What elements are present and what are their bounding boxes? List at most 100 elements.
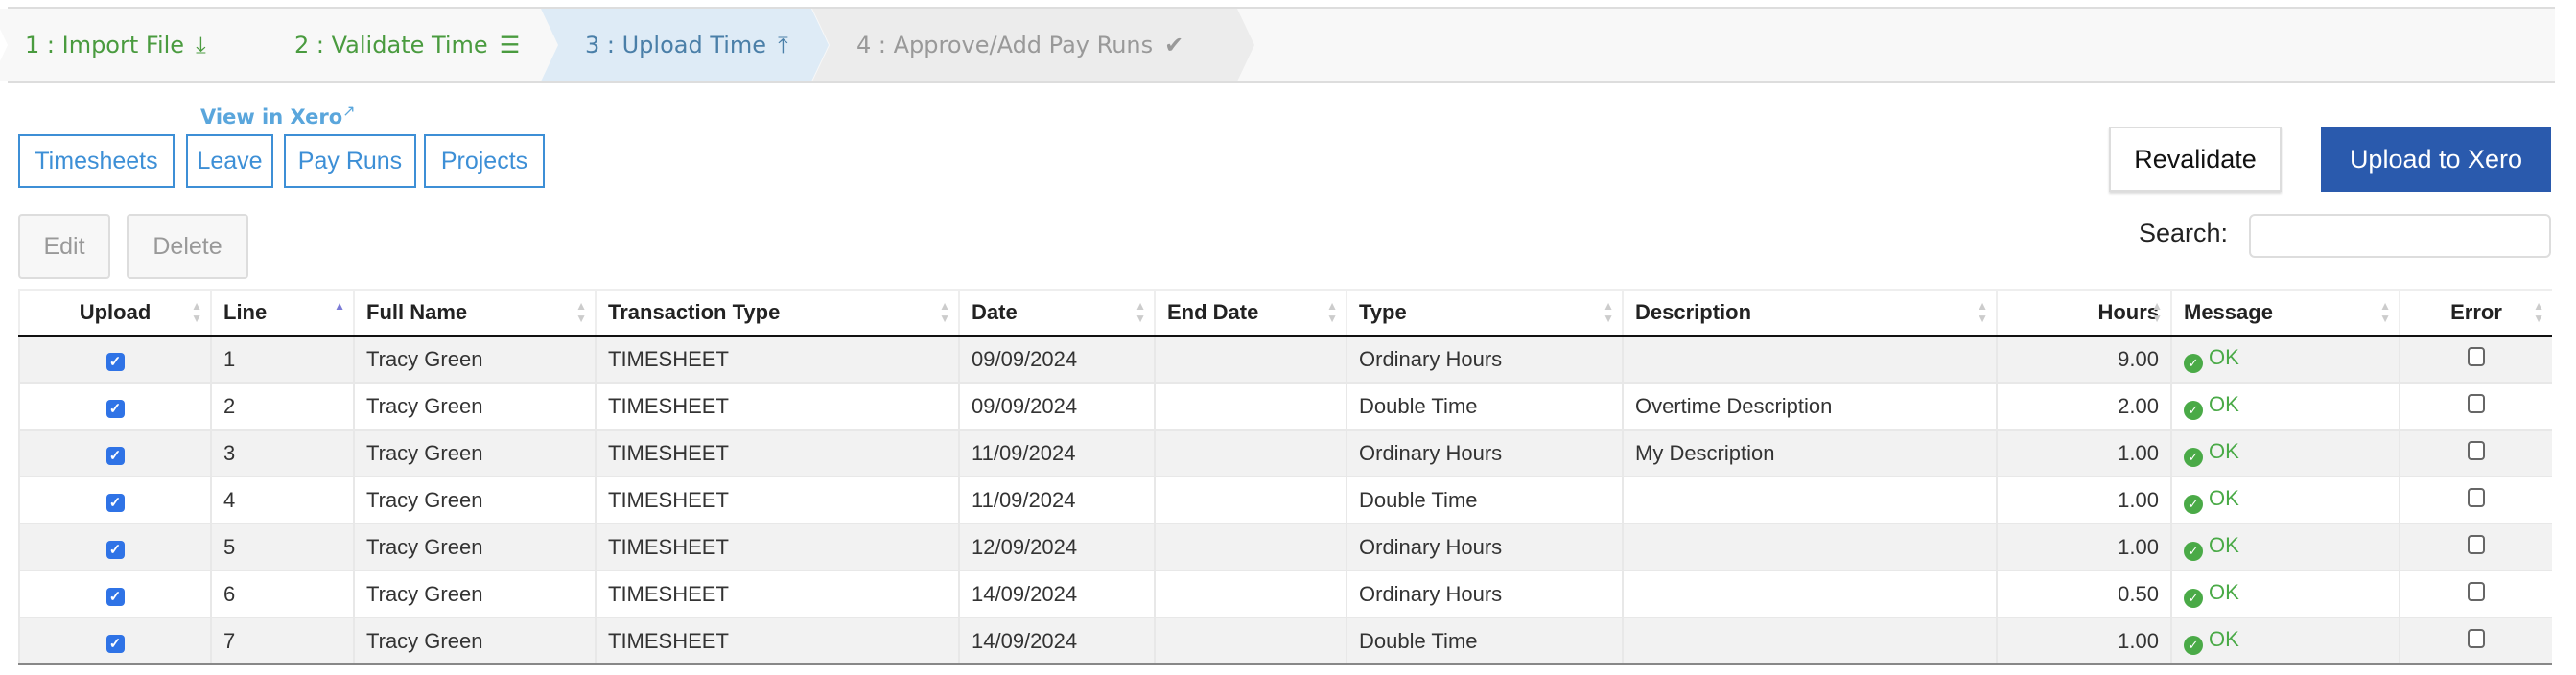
desc-cell	[1622, 336, 1997, 384]
step-upload-time[interactable]: 3 : Upload Time ⤒	[541, 9, 829, 81]
upload-icon: ⤒	[778, 32, 788, 58]
message-text: OK	[2209, 345, 2239, 370]
type-cell: Double Time	[1346, 617, 1623, 665]
table-row[interactable]: ✓ 2 Tracy Green TIMESHEET 09/09/2024 Double T…	[18, 383, 2552, 431]
date-cell: 09/09/2024	[958, 336, 1155, 384]
column-header-label: Error	[2450, 299, 2502, 324]
check-circle-icon: ✓	[2184, 401, 2203, 420]
search-input[interactable]	[2249, 214, 2551, 258]
xero-timesheets-button[interactable]: Timesheets	[18, 134, 175, 188]
date-cell: 11/09/2024	[958, 477, 1155, 524]
hours-cell: 1.00	[1996, 477, 2171, 524]
line-cell: 7	[210, 617, 354, 665]
column-header-label: Line	[223, 299, 268, 324]
hours-cell: 2.00	[1996, 383, 2171, 431]
end-cell	[1154, 524, 1347, 571]
message-text: OK	[2209, 580, 2239, 604]
date-cell: 09/09/2024	[958, 383, 1155, 431]
desc-cell: Overtime Description	[1622, 383, 1997, 431]
date-cell: 14/09/2024	[958, 570, 1155, 618]
ttype-cell: TIMESHEET	[595, 336, 959, 384]
view-in-xero-label: View in Xero	[200, 105, 343, 128]
step-label: 2 : Validate Time	[294, 32, 488, 58]
line-cell: 5	[210, 524, 354, 571]
upload-to-xero-button[interactable]: Upload to Xero	[2321, 127, 2551, 192]
step-validate-time[interactable]: 2 : Validate Time ☰	[252, 9, 557, 81]
table-row[interactable]: ✓ 7 Tracy Green TIMESHEET 14/09/2024 Double T…	[18, 617, 2552, 665]
step-approve-pay-runs[interactable]: 4 : Approve/Add Pay Runs ✔︎	[812, 9, 1254, 81]
column-header-label: Type	[1359, 299, 1407, 324]
upload-checkbox[interactable]: ✓	[105, 587, 125, 606]
column-header-label: End Date	[1167, 299, 1259, 324]
column-header-message[interactable]: Message ▲ ▼	[2170, 289, 2400, 338]
ttype-cell: TIMESHEET	[595, 477, 959, 524]
xero-leave-button[interactable]: Leave	[186, 134, 273, 188]
revalidate-button[interactable]: Revalidate	[2109, 127, 2282, 192]
error-checkbox[interactable]	[2468, 581, 2485, 601]
hours-cell: 1.00	[1996, 430, 2171, 477]
edit-button[interactable]: Edit	[18, 214, 110, 279]
error-checkbox[interactable]	[2468, 393, 2485, 413]
delete-button[interactable]: Delete	[127, 214, 248, 279]
desc-cell: My Description	[1622, 430, 1997, 477]
message-cell: ✓ OK	[2170, 617, 2400, 665]
message-text: OK	[2209, 486, 2239, 510]
column-header-date[interactable]: Date ▲ ▼	[958, 289, 1155, 338]
line-cell: 3	[210, 430, 354, 477]
check-circle-icon: ✓	[2184, 542, 2203, 561]
table-row[interactable]: ✓ 4 Tracy Green TIMESHEET 11/09/2024 Double T…	[18, 477, 2552, 524]
xero-pay-runs-button[interactable]: Pay Runs	[284, 134, 416, 188]
sort-icon: ▲ ▼	[1326, 299, 1338, 325]
column-header-hours[interactable]: Hours ▲ ▼	[1996, 289, 2171, 338]
error-checkbox[interactable]	[2468, 534, 2485, 554]
table-row[interactable]: ✓ 5 Tracy Green TIMESHEET 12/09/2024 Ordinary…	[18, 524, 2552, 571]
step-import-file[interactable]: 1 : Import File ⤓	[0, 9, 269, 81]
error-checkbox[interactable]	[2468, 346, 2485, 366]
column-header-line[interactable]: Line ▲	[210, 289, 354, 338]
column-header-full-name[interactable]: Full Name ▲ ▼	[353, 289, 596, 338]
column-header-error[interactable]: Error ▲ ▼	[2399, 289, 2552, 338]
search-label: Search:	[2139, 219, 2229, 247]
error-checkbox[interactable]	[2468, 487, 2485, 507]
end-cell	[1154, 430, 1347, 477]
end-cell	[1154, 336, 1347, 384]
message-cell: ✓ OK	[2170, 477, 2400, 524]
line-cell: 2	[210, 383, 354, 431]
upload-checkbox[interactable]: ✓	[105, 352, 125, 371]
table-row[interactable]: ✓ 3 Tracy Green TIMESHEET 11/09/2024 Ordinary…	[18, 430, 2552, 477]
column-header-transaction-type[interactable]: Transaction Type ▲ ▼	[595, 289, 959, 338]
message-text: OK	[2209, 439, 2239, 463]
table-row[interactable]: ✓ 1 Tracy Green TIMESHEET 09/09/2024 Ordinary…	[18, 336, 2552, 384]
ttype-cell: TIMESHEET	[595, 430, 959, 477]
column-header-label: Hours	[2097, 299, 2159, 324]
name-cell: Tracy Green	[353, 477, 596, 524]
message-cell: ✓ OK	[2170, 524, 2400, 571]
column-header-label: Message	[2184, 299, 2273, 324]
column-header-end-date[interactable]: End Date ▲ ▼	[1154, 289, 1347, 338]
upload-checkbox[interactable]: ✓	[105, 540, 125, 559]
table-row[interactable]: ✓ 6 Tracy Green TIMESHEET 14/09/2024 Ordinary…	[18, 570, 2552, 618]
error-checkbox[interactable]	[2468, 440, 2485, 460]
upload-checkbox[interactable]: ✓	[105, 634, 125, 653]
sort-icon: ▲ ▼	[2533, 299, 2544, 325]
column-header-description[interactable]: Description ▲ ▼	[1622, 289, 1997, 338]
xero-projects-button[interactable]: Projects	[424, 134, 545, 188]
check-circle-icon: ✓	[2184, 589, 2203, 608]
error-checkbox[interactable]	[2468, 628, 2485, 648]
sort-icon: ▲ ▼	[575, 299, 587, 325]
message-cell: ✓ OK	[2170, 570, 2400, 618]
upload-checkbox[interactable]: ✓	[105, 493, 125, 512]
ttype-cell: TIMESHEET	[595, 524, 959, 571]
name-cell: Tracy Green	[353, 383, 596, 431]
list-icon: ☰	[499, 32, 521, 58]
error-cell	[2399, 477, 2552, 524]
view-in-xero-link[interactable]: View in Xero↗	[200, 102, 356, 128]
sort-icon: ▲ ▼	[1603, 299, 1614, 325]
desc-cell	[1622, 570, 1997, 618]
date-cell: 12/09/2024	[958, 524, 1155, 571]
column-header-upload[interactable]: Upload ▲ ▼	[18, 289, 211, 338]
upload-cell: ✓	[18, 430, 211, 477]
upload-checkbox[interactable]: ✓	[105, 446, 125, 465]
column-header-type[interactable]: Type ▲ ▼	[1346, 289, 1623, 338]
upload-checkbox[interactable]: ✓	[105, 399, 125, 418]
